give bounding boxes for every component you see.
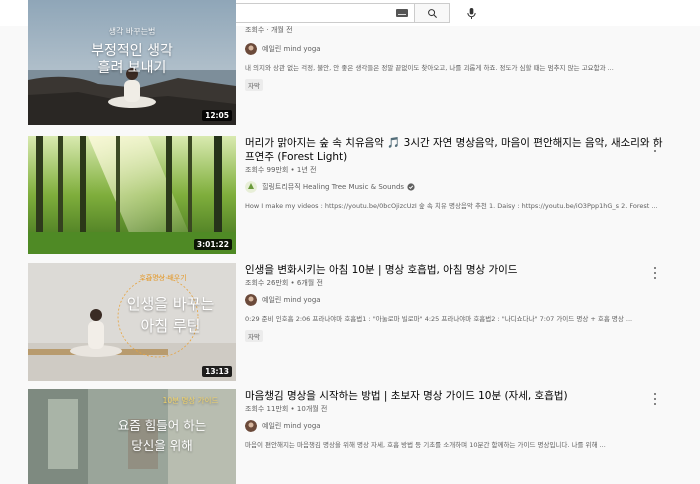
- channel-link[interactable]: 예일린 mind yoga: [245, 420, 665, 432]
- channel-name[interactable]: 힐링트리뮤직 Healing Tree Music & Sounds: [262, 182, 404, 192]
- thumbnail-line-1: 요즘 힘들어 하는: [117, 418, 207, 433]
- thumbnail-line-2: 흘려 보내기: [97, 60, 167, 76]
- video-result[interactable]: 10분 명상 가이드 요즘 힘들어 하는 당신을 위해 마음챙김 명상을 시작하…: [28, 389, 688, 484]
- avatar[interactable]: [245, 420, 257, 432]
- video-duration: 3:01:22: [193, 239, 232, 250]
- thumbnail-line-1: 인생을 바꾸는: [126, 295, 215, 313]
- thumbnail-line-2: 아침 루틴: [140, 317, 201, 335]
- thumbnail-line-2: 당신을 위해: [131, 438, 193, 453]
- video-duration: 13:13: [202, 366, 232, 377]
- channel-link[interactable]: 힐링트리뮤직 Healing Tree Music & Sounds: [245, 181, 665, 193]
- video-info: 마음챙김 명상을 시작하는 방법 | 초보자 명상 가이드 10분 (자세, 호…: [245, 389, 665, 450]
- channel-name[interactable]: 예일린 mind yoga: [262, 44, 321, 54]
- video-meta: 조회수 99만회 • 1년 전: [245, 166, 317, 174]
- video-description: 0:29 준비 인호흡 2:06 프라나야마 호흡법1 : "아눌로마 빌로마"…: [245, 315, 633, 323]
- video-thumbnail[interactable]: 생각 바꾸는법 부정적인 생각 흘려 보내기 12:05: [28, 0, 236, 125]
- thumbnail-subtitle: 생각 바꾸는법: [108, 27, 156, 36]
- video-result[interactable]: 3:01:22 머리가 맑아지는 숲 속 치유음악 🎵 3시간 자연 명상음악,…: [28, 136, 688, 254]
- avatar[interactable]: [245, 43, 257, 55]
- channel-link[interactable]: 예일린 mind yoga: [245, 43, 665, 55]
- avatar[interactable]: [245, 294, 257, 306]
- video-meta: 조회수 26만회 • 6개월 전: [245, 279, 323, 287]
- video-info: 머리가 맑아지는 숲 속 치유음악 🎵 3시간 자연 명상음악, 마음이 편안해…: [245, 136, 665, 211]
- video-meta: 조회수 · 개월 전: [245, 26, 293, 34]
- video-title[interactable]: 인생을 변화시키는 아침 10분 | 명상 호흡법, 아침 명상 가이드: [245, 263, 665, 277]
- video-thumbnail[interactable]: 호흡명상 배우기 인생을 바꾸는 아침 루틴 13:13: [28, 263, 236, 381]
- video-info: 인생을 변화시키는 아침 10분 | 명상 호흡법, 아침 명상 가이드 조회수…: [245, 263, 665, 343]
- video-result[interactable]: 호흡명상 배우기 인생을 바꾸는 아침 루틴 13:13 인생을 변화시키는 아…: [28, 263, 688, 381]
- video-description: 마음이 편안해지는 마음챙김 명상을 위해 명상 자세, 호흡 방법 등 기초를…: [245, 441, 606, 449]
- video-meta: 조회수 11만회 • 10개월 전: [245, 405, 328, 413]
- more-vert-icon[interactable]: [652, 267, 658, 279]
- video-result[interactable]: 생각 바꾸는법 부정적인 생각 흘려 보내기 12:05 조회수 · 개월 전 …: [28, 0, 688, 125]
- video-thumbnail[interactable]: 3:01:22: [28, 136, 236, 254]
- video-description: How I make my videos : https://youtu.be/…: [245, 202, 658, 210]
- channel-name[interactable]: 예일린 mind yoga: [262, 295, 321, 305]
- cc-badge: 자막: [245, 79, 263, 91]
- video-title[interactable]: 머리가 맑아지는 숲 속 치유음악 🎵 3시간 자연 명상음악, 마음이 편안해…: [245, 136, 665, 164]
- channel-link[interactable]: 예일린 mind yoga: [245, 294, 665, 306]
- video-duration: 12:05: [202, 110, 232, 121]
- video-thumbnail[interactable]: 10분 명상 가이드 요즘 힘들어 하는 당신을 위해: [28, 389, 236, 484]
- cc-badge: 자막: [245, 330, 263, 342]
- channel-name[interactable]: 예일린 mind yoga: [262, 421, 321, 431]
- verified-icon: [407, 183, 415, 191]
- video-title[interactable]: 마음챙김 명상을 시작하는 방법 | 초보자 명상 가이드 10분 (자세, 호…: [245, 389, 665, 403]
- thumbnail-subtitle: 10분 명상 가이드: [162, 396, 219, 405]
- avatar[interactable]: [245, 181, 257, 193]
- video-info: 조회수 · 개월 전 예일린 mind yoga 내 의지와 상관 없는 걱정,…: [245, 24, 665, 92]
- thumbnail-subtitle: 호흡명상 배우기: [139, 274, 187, 282]
- video-description: 내 의지와 상관 없는 걱정, 불안, 안 좋은 생각들은 정말 끝없이도 찾아…: [245, 64, 614, 72]
- more-vert-icon[interactable]: [652, 140, 658, 152]
- more-vert-icon[interactable]: [652, 393, 658, 405]
